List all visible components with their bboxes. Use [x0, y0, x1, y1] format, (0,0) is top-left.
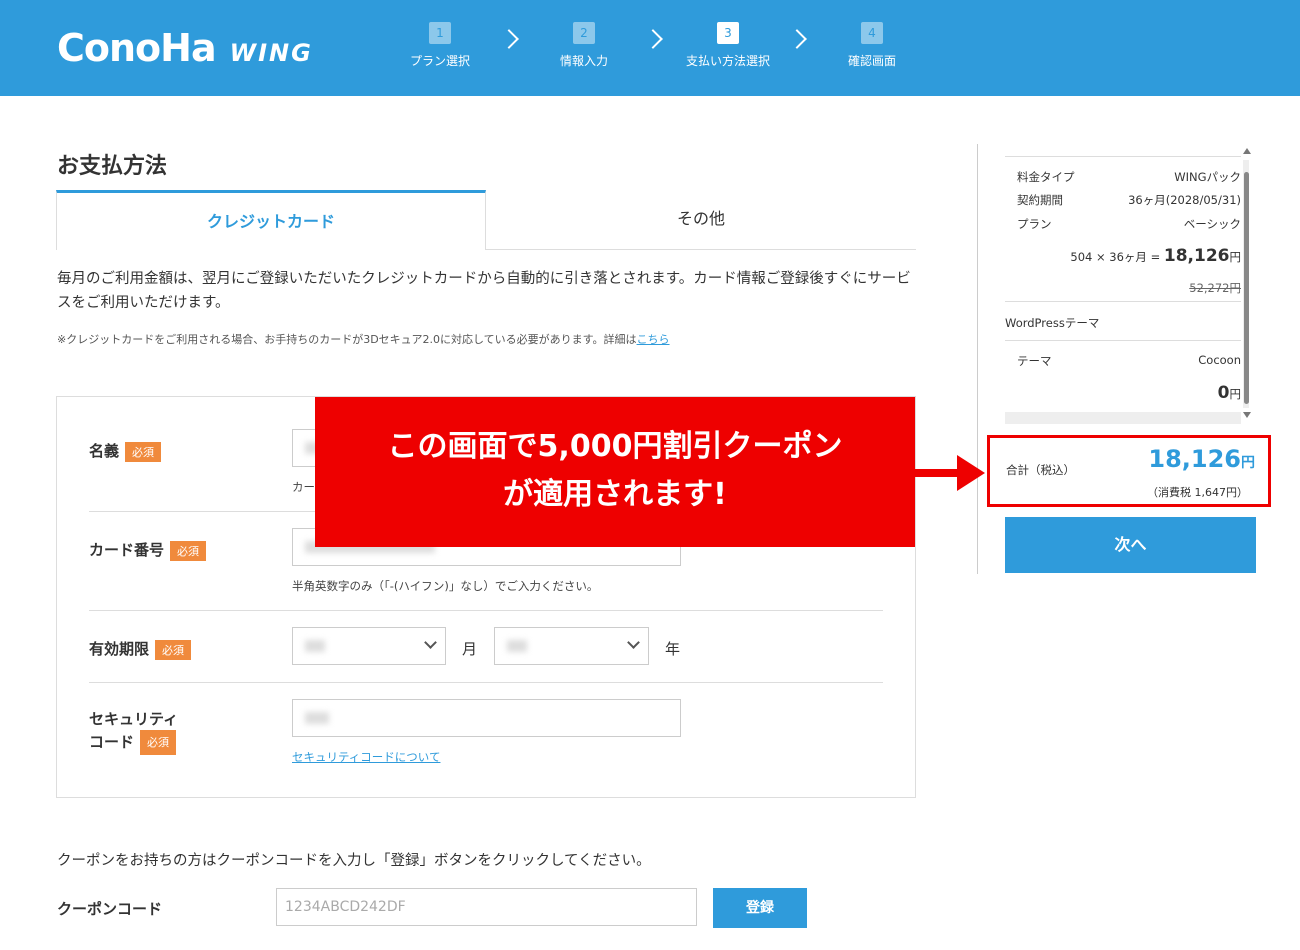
wordpress-theme-heading: WordPressテーマ: [1005, 316, 1100, 330]
total-yen: 円: [1241, 455, 1255, 471]
step-label: 確認画面: [847, 54, 896, 68]
price-yen: 円: [1229, 250, 1242, 264]
page-title: お支払方法: [57, 154, 168, 179]
total-value: 18,126円: [1148, 445, 1255, 473]
step-confirm: 4 確認画面: [812, 22, 932, 69]
security-code-help-link[interactable]: セキュリティコードについて: [292, 749, 440, 765]
step-label: プラン選択: [409, 54, 470, 68]
step-number: 4: [861, 22, 883, 44]
sidebar-divider: [977, 144, 978, 574]
chevron-right-icon: [643, 29, 663, 49]
masked-value: [507, 640, 527, 652]
header: ConoHa WING 1 プラン選択 2 情報入力 3 支払い方法選択 4 確…: [0, 0, 1300, 96]
required-badge: 必須: [155, 639, 192, 660]
card-number-hint: 半角英数字のみ（「-(ハイフン)」なし）でご入力ください。: [292, 579, 599, 593]
total-label: 合計（税込）: [1006, 463, 1075, 477]
step-payment-method: 3 支払い方法選択: [668, 22, 788, 69]
scroll-down-icon[interactable]: [1243, 412, 1251, 418]
name-label: 名義 必須: [89, 440, 162, 462]
security-code-input[interactable]: [292, 699, 681, 737]
coupon-annotation-banner: この画面で5,000円割引クーポン が適用されます!: [315, 397, 915, 547]
required-badge: 必須: [170, 540, 207, 561]
plan-price: 504 × 36ヶ月 = 18,126円: [1070, 246, 1241, 266]
theme-price-value: 0: [1217, 383, 1230, 403]
divider: [1005, 340, 1241, 341]
total-tax: （消費税 1,647円）: [1147, 486, 1248, 499]
price-calc: 504 × 36ヶ月 =: [1070, 250, 1161, 264]
step-plan-select: 1 プラン選択: [380, 22, 500, 69]
original-price: 52,272円: [1189, 281, 1241, 295]
card-number-label: カード番号 必須: [89, 539, 207, 561]
coupon-code-label: クーポンコード: [57, 900, 163, 918]
month-unit: 月: [462, 640, 478, 658]
year-unit: 年: [665, 640, 681, 658]
security-label-line1: セキュリティ: [89, 710, 179, 728]
step-label: 情報入力: [559, 54, 608, 68]
note-details-link[interactable]: こちら: [637, 333, 670, 346]
sidebar-fade: [1005, 412, 1241, 424]
card-number-label-text: カード番号: [89, 541, 165, 559]
expiry-month-select[interactable]: [292, 627, 446, 665]
note-text: ※クレジットカードをご利用される場合、お手持ちのカードが3Dセキュア2.0に対応…: [57, 333, 637, 346]
arrow-right-icon: [957, 455, 985, 491]
logo-sub: WING: [229, 39, 313, 67]
3d-secure-note: ※クレジットカードをご利用される場合、お手持ちのカードが3Dセキュア2.0に対応…: [57, 331, 670, 347]
name-label-text: 名義: [89, 442, 120, 460]
total-amount: 18,126: [1148, 445, 1241, 473]
divider: [1005, 156, 1241, 157]
logo-main: ConoHa: [57, 26, 217, 70]
next-button[interactable]: 次へ: [1005, 517, 1256, 573]
theme-price: 0円: [1218, 383, 1241, 403]
sidebar-scrollbar-thumb[interactable]: [1244, 172, 1249, 404]
theme-label: テーマ: [1017, 354, 1052, 368]
tab-other[interactable]: その他: [486, 190, 916, 250]
coupon-register-button[interactable]: 登録: [713, 888, 807, 928]
payment-description: 毎月のご利用金額は、翌月にご登録いただいたクレジットカードから自動的に引き落とさ…: [57, 271, 911, 311]
divider: [89, 610, 883, 611]
plan-label: プラン: [1017, 217, 1052, 231]
divider: [89, 682, 883, 683]
expiry-label-text: 有効期限: [89, 640, 150, 658]
fee-type-value: WINGパック: [1174, 170, 1241, 184]
name-hint: カー: [292, 480, 315, 494]
annotation-arrow-line: [915, 469, 963, 477]
expiry-year-select[interactable]: [494, 627, 649, 665]
step-number: 2: [573, 22, 595, 44]
chevron-down-icon: [424, 636, 437, 649]
scroll-up-icon[interactable]: [1243, 148, 1251, 154]
expiry-label: 有効期限 必須: [89, 638, 192, 660]
step-label: 支払い方法選択: [685, 54, 770, 68]
banner-line2: が適用されます!: [503, 477, 727, 512]
coupon-code-input[interactable]: 1234ABCD242DF: [276, 888, 697, 926]
tab-credit-card[interactable]: クレジットカード: [56, 190, 486, 250]
chevron-right-icon: [787, 29, 807, 49]
chevron-down-icon: [627, 636, 640, 649]
step-number: 1: [429, 22, 451, 44]
masked-value: [305, 712, 329, 724]
theme-price-yen: 円: [1229, 387, 1242, 401]
contract-period-label: 契約期間: [1017, 193, 1063, 207]
banner-line1: この画面で5,000円割引クーポン: [387, 429, 843, 464]
fee-type-label: 料金タイプ: [1017, 170, 1075, 184]
conoha-wing-logo[interactable]: ConoHa WING: [57, 26, 313, 70]
masked-value: [305, 640, 325, 652]
security-label-line2: コード: [89, 733, 135, 751]
chevron-right-icon: [499, 29, 519, 49]
contract-period-value: 36ヶ月(2028/05/31): [1128, 193, 1241, 207]
step-number: 3: [717, 22, 739, 44]
required-badge: 必須: [125, 441, 162, 462]
coupon-description: クーポンをお持ちの方はクーポンコードを入力し「登録」ボタンをクリックしてください…: [57, 853, 651, 869]
price-value: 18,126: [1163, 246, 1230, 266]
security-code-label: セキュリティ コード 必須: [89, 709, 178, 755]
step-info-input: 2 情報入力: [524, 22, 644, 69]
plan-value: ベーシック: [1183, 217, 1241, 231]
required-badge: 必須: [140, 730, 177, 755]
theme-value: Cocoon: [1198, 353, 1241, 367]
divider: [1005, 301, 1241, 302]
